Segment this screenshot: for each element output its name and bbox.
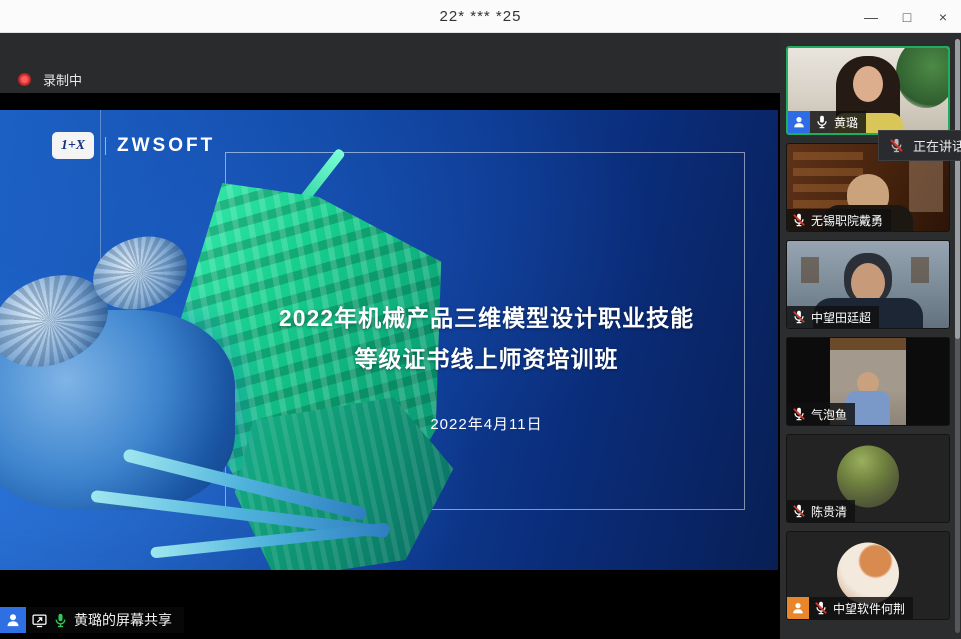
wall-frame-decor <box>801 257 819 283</box>
window-decor <box>909 158 943 212</box>
window-titlebar: 22* *** *25 — □ × <box>0 0 961 33</box>
maximize-button[interactable]: □ <box>889 0 925 33</box>
plant-decor <box>896 46 950 108</box>
participant-name: 中望田廷超 <box>811 309 871 326</box>
speaking-tooltip: 正在讲话 <box>878 130 961 161</box>
slide-title: 2022年机械产品三维模型设计职业技能 等级证书线上师资培训班 <box>235 298 738 380</box>
window-controls: — □ × <box>853 0 961 33</box>
participant-name: 无锡职院戴勇 <box>811 212 883 229</box>
speaking-tooltip-label: 正在讲话 <box>913 136 961 155</box>
mic-muted-icon <box>792 504 806 518</box>
sidebar-scrollbar[interactable] <box>955 39 960 633</box>
shared-app-topbar: 录制中 <box>0 33 780 93</box>
person-silhouette <box>853 66 883 102</box>
recording-label: 录制中 <box>43 70 82 89</box>
host-badge <box>788 111 810 133</box>
participant-tile[interactable]: 陈贵清 <box>786 434 950 523</box>
mic-on-icon <box>815 115 829 129</box>
avatar <box>837 445 899 507</box>
person-icon <box>792 115 806 129</box>
cable-illustration <box>150 522 390 558</box>
mic-muted-icon <box>792 213 806 227</box>
participants-sidebar: 黄璐 无锡职院戴勇 <box>780 33 961 639</box>
screen-share-icon <box>32 613 47 628</box>
one-plus-x-logo: 1+X <box>52 132 94 159</box>
record-dot-icon <box>18 73 31 86</box>
participant-namebar: 陈贵清 <box>787 500 855 522</box>
zwsoft-logo: ZWSOFT <box>117 135 215 157</box>
participant-tile[interactable]: 中望软件何荆 <box>786 531 950 620</box>
participant-name: 气泡鱼 <box>811 406 847 423</box>
participant-namebar: 中望田廷超 <box>787 306 879 328</box>
avatar <box>837 542 899 604</box>
recording-indicator[interactable]: 录制中 <box>18 70 82 89</box>
participant-namebar: 气泡鱼 <box>787 403 855 425</box>
mic-on-icon <box>53 613 68 628</box>
participant-namebar: 中望软件何荆 <box>787 597 913 619</box>
wall-frame-decor <box>911 257 929 283</box>
screen-share-banner: 黄璐的屏幕共享 <box>0 607 184 633</box>
slide-title-line1: 2022年机械产品三维模型设计职业技能 <box>235 298 738 339</box>
engine-mesh-dome-illustration <box>0 259 122 384</box>
minimize-button[interactable]: — <box>853 0 889 33</box>
window-title: 22* *** *25 <box>0 0 961 33</box>
participant-name: 陈贵清 <box>811 503 847 520</box>
mic-muted-icon <box>889 138 904 153</box>
participant-name: 中望软件何荆 <box>833 600 905 617</box>
mic-muted-icon <box>814 601 828 615</box>
share-banner-box: 黄璐的屏幕共享 <box>26 607 184 633</box>
logo-divider <box>105 137 106 155</box>
mic-muted-icon <box>792 310 806 324</box>
person-icon <box>5 612 21 628</box>
member-badge <box>787 597 809 619</box>
mic-muted-icon <box>792 407 806 421</box>
participant-name: 黄璐 <box>834 114 858 131</box>
presentation-slide: 1+X ZWSOFT 2022年机械产品三维模型设计职业技能 等级证书线上师资培… <box>0 110 778 570</box>
engine-illustration <box>0 310 235 510</box>
close-button[interactable]: × <box>925 0 961 33</box>
participant-tile[interactable]: 气泡鱼 <box>786 337 950 426</box>
person-icon <box>791 601 805 615</box>
slide-date: 2022年4月11日 <box>235 413 738 434</box>
participant-namebar: 黄璐 <box>788 111 866 133</box>
scrollbar-thumb[interactable] <box>955 39 960 339</box>
participant-tile[interactable]: 黄璐 <box>786 46 950 135</box>
screen-share-area: 录制中 1+X ZWSOFT 2022年机械产品三维模型设计职业技能 等级证书线… <box>0 33 780 639</box>
share-banner-label: 黄璐的屏幕共享 <box>74 610 172 630</box>
person-silhouette <box>851 263 885 303</box>
slide-title-line2: 等级证书线上师资培训班 <box>235 339 738 380</box>
slide-logo-row: 1+X ZWSOFT <box>52 132 215 159</box>
participant-namebar: 无锡职院戴勇 <box>787 209 891 231</box>
host-badge <box>0 607 26 633</box>
participant-tile[interactable]: 中望田廷超 <box>786 240 950 329</box>
